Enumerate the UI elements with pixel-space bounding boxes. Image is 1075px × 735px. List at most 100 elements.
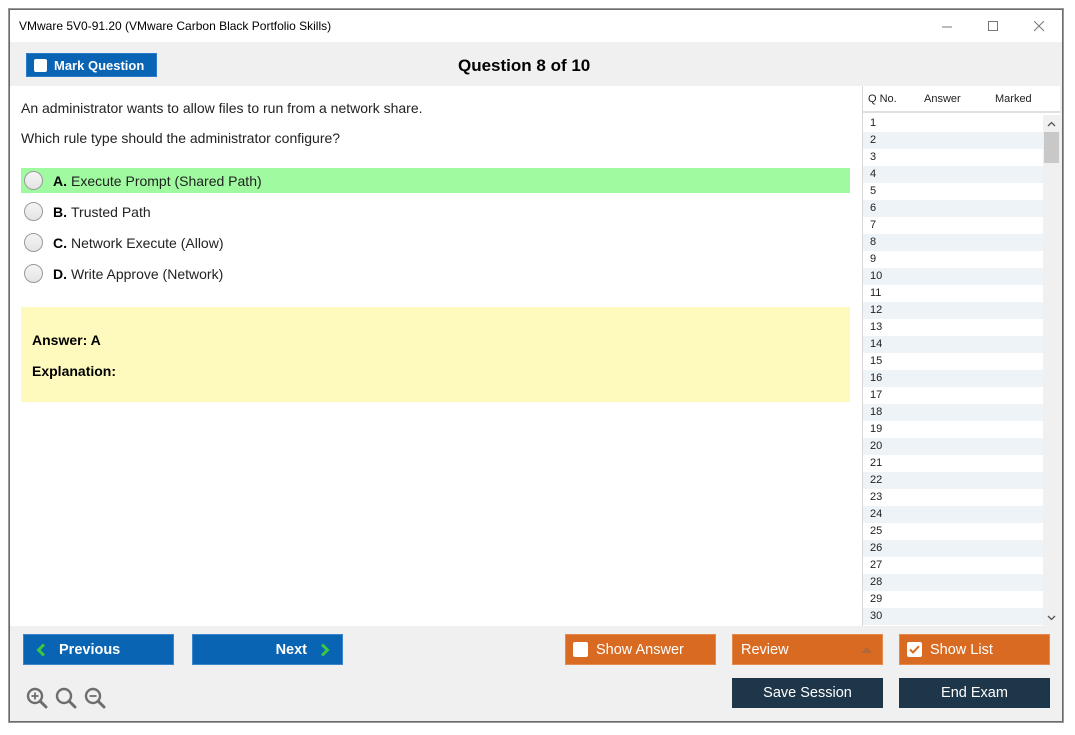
question-number: 8 [870, 236, 877, 248]
question-number: 27 [870, 559, 883, 571]
question-list-row[interactable]: 5 [863, 183, 1043, 200]
close-icon [1033, 20, 1044, 31]
radio-button[interactable] [24, 264, 43, 283]
question-number: 30 [870, 610, 883, 622]
question-list-row[interactable]: 2 [863, 132, 1043, 149]
save-session-label: Save Session [763, 685, 852, 701]
mark-question-button[interactable]: Mark Question [26, 53, 157, 77]
save-session-button[interactable]: Save Session [732, 678, 883, 708]
question-number: 29 [870, 593, 883, 605]
question-list-row[interactable]: 18 [863, 404, 1043, 421]
review-label: Review [741, 641, 789, 658]
question-list-row[interactable]: 8 [863, 234, 1043, 251]
question-list-row[interactable]: 22 [863, 472, 1043, 489]
question-list-row[interactable]: 10 [863, 268, 1043, 285]
close-button[interactable] [1016, 10, 1062, 42]
scroll-thumb[interactable] [1044, 132, 1059, 163]
radio-button[interactable] [24, 233, 43, 252]
review-dropdown[interactable]: Review [732, 634, 883, 665]
title-bar: VMware 5V0-91.20 (VMware Carbon Black Po… [10, 10, 1062, 42]
chevron-right-icon [320, 642, 330, 657]
zoom-reset-icon[interactable] [55, 687, 77, 714]
zoom-out-icon[interactable] [84, 687, 106, 714]
question-list-row[interactable]: 11 [863, 285, 1043, 302]
end-exam-label: End Exam [941, 685, 1008, 701]
checkmark-icon [909, 645, 920, 654]
question-number: 25 [870, 525, 883, 537]
minimize-icon [941, 26, 952, 27]
scroll-up-icon[interactable] [1043, 115, 1060, 132]
question-number: 9 [870, 253, 877, 265]
option-letter: D. [53, 265, 67, 282]
question-list-row[interactable]: 4 [863, 166, 1043, 183]
scroll-down-icon[interactable] [1043, 609, 1060, 626]
question-number: 21 [870, 457, 883, 469]
question-number: 14 [870, 338, 883, 350]
question-list-row[interactable]: 21 [863, 455, 1043, 472]
question-number: 11 [870, 287, 882, 299]
question-list-row[interactable]: 25 [863, 523, 1043, 540]
question-number: 13 [870, 321, 883, 333]
question-list-row[interactable]: 12 [863, 302, 1043, 319]
option-c[interactable]: C. Network Execute (Allow) [21, 230, 850, 255]
question-list-row[interactable]: 28 [863, 574, 1043, 591]
show-answer-button[interactable]: Show Answer [565, 634, 716, 665]
show-list-button[interactable]: Show List [899, 634, 1050, 665]
question-number: 23 [870, 491, 883, 503]
option-b[interactable]: B. Trusted Path [21, 199, 850, 224]
question-list-row[interactable]: 26 [863, 540, 1043, 557]
option-letter: A. [53, 172, 67, 189]
question-list-row[interactable]: 1 [863, 115, 1043, 132]
question-list-row[interactable]: 14 [863, 336, 1043, 353]
previous-button[interactable]: Previous [23, 634, 174, 665]
question-number: 19 [870, 423, 883, 435]
radio-button[interactable] [24, 171, 43, 190]
question-list-row[interactable]: 20 [863, 438, 1043, 455]
question-list-row[interactable]: 24 [863, 506, 1043, 523]
question-list-row[interactable]: 27 [863, 557, 1043, 574]
question-counter: Question 8 of 10 [458, 56, 591, 75]
vertical-scrollbar[interactable] [1043, 115, 1060, 626]
option-text: Write Approve (Network) [71, 265, 224, 282]
question-list-row[interactable]: 19 [863, 421, 1043, 438]
question-list-row[interactable]: 17 [863, 387, 1043, 404]
question-list-row[interactable]: 6 [863, 200, 1043, 217]
column-header-marked[interactable]: Marked [995, 93, 1055, 105]
column-header-answer[interactable]: Answer [923, 93, 995, 105]
column-header-qno[interactable]: Q No. [863, 93, 923, 105]
previous-label: Previous [59, 641, 121, 658]
question-number: 6 [870, 202, 877, 214]
show-answer-checkbox[interactable] [573, 642, 588, 657]
end-exam-button[interactable]: End Exam [899, 678, 1050, 708]
question-list-row[interactable]: 23 [863, 489, 1043, 506]
explanation-label: Explanation: [32, 363, 117, 379]
mark-question-label: Mark Question [54, 57, 145, 73]
question-number: 1 [870, 117, 877, 129]
question-list-rows: 1 2 3 4 5 6 7 8 9 10 11 12 13 14 15 16 17 18 19 20 21 22 23 24 2… [863, 115, 1043, 625]
question-text-line-2: Which rule type should the administrator… [21, 130, 341, 146]
answer-box: Answer: A Explanation: [21, 307, 850, 402]
question-list-row[interactable]: 16 [863, 370, 1043, 387]
next-label: Next [275, 641, 307, 658]
question-number: 2 [870, 134, 877, 146]
question-list-row[interactable]: 30 [863, 608, 1043, 625]
option-d[interactable]: D. Write Approve (Network) [21, 261, 850, 286]
zoom-in-icon[interactable] [26, 687, 48, 714]
maximize-button[interactable] [970, 10, 1016, 42]
question-list-row[interactable]: 15 [863, 353, 1043, 370]
question-list-row[interactable]: 7 [863, 217, 1043, 234]
minimize-button[interactable] [924, 10, 970, 42]
question-list-row[interactable]: 3 [863, 149, 1043, 166]
question-list-row[interactable]: 9 [863, 251, 1043, 268]
question-list-header: Q No. Answer Marked [863, 86, 1060, 113]
radio-button[interactable] [24, 202, 43, 221]
question-list-row[interactable]: 13 [863, 319, 1043, 336]
show-list-checkbox[interactable] [907, 642, 922, 657]
option-a[interactable]: A. Execute Prompt (Shared Path) [21, 168, 850, 193]
option-text: Execute Prompt (Shared Path) [71, 172, 262, 189]
question-list-row[interactable]: 29 [863, 591, 1043, 608]
next-button[interactable]: Next [192, 634, 343, 665]
answer-label: Answer: A [32, 332, 101, 348]
question-panel: An administrator wants to allow files to… [10, 86, 862, 626]
mark-question-checkbox[interactable] [34, 58, 47, 72]
